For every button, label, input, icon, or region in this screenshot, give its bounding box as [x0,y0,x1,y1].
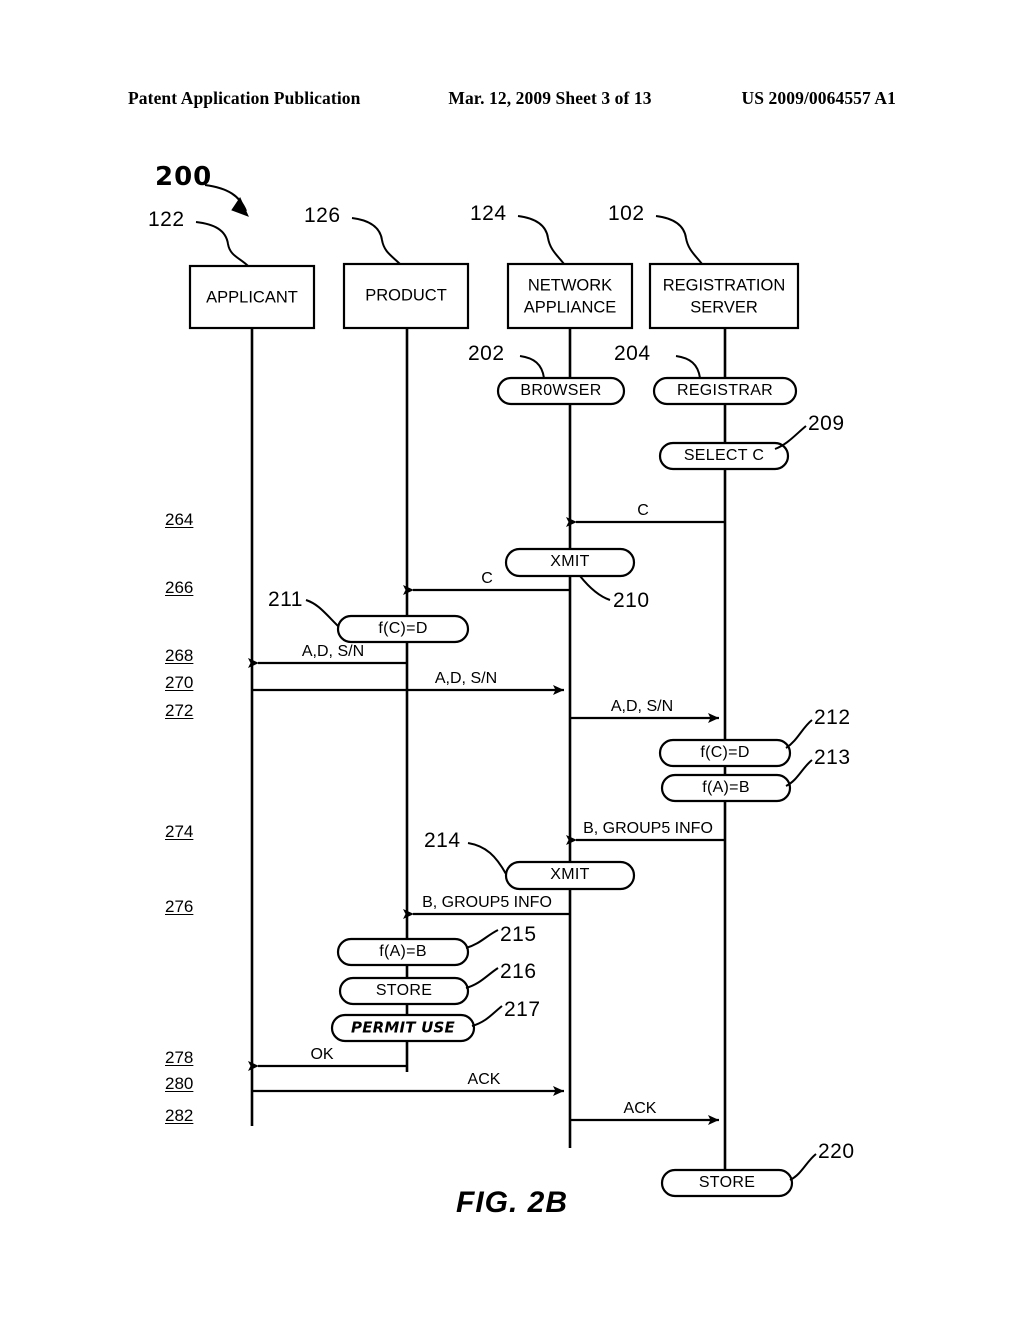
ref-number-215: 215 [500,923,537,946]
leader-102 [655,215,703,265]
ref-number-211: 211 [268,588,303,611]
pill-label-fa-b-server: f(A)=B [702,778,750,796]
ref-number-202: 202 [468,342,505,365]
actor-label-product: PRODUCT [365,286,447,305]
leader-124 [517,215,565,265]
message-label-280: ACK [467,1071,501,1088]
pill-label-fc-d-server: f(C)=D [700,743,750,761]
actor-label-network-appliance-line1: NETWORK [527,276,613,295]
message-label-276: B, GROUP5 INFO [422,894,552,911]
diagram-reference-200: 200 [155,162,213,192]
ref-number-209: 209 [808,412,845,435]
actor-label-applicant: APPLICANT [206,288,298,307]
actor-label-registration-server-line2: SERVER [690,298,758,317]
step-number-268: 268 [165,646,194,665]
ref-number-204: 204 [614,342,651,365]
pill-label-permit-use: PERMIT USE [351,1018,455,1037]
pill-label-fc-d-product: f(C)=D [378,619,428,637]
leader-214 [467,842,507,875]
leader-126 [351,217,401,265]
ref-number-102: 102 [608,202,645,225]
step-number-274: 274 [165,822,194,841]
message-label-270: A,D, S/N [434,670,498,687]
ref-number-124: 124 [470,202,507,225]
message-label-272: A,D, S/N [610,698,674,715]
pill-label-xmit-1: XMIT [550,552,590,570]
leader-210 [579,575,611,601]
message-label-282: ACK [623,1100,657,1117]
step-number-266: 266 [165,578,194,597]
actor-label-registration-server-line1: REGISTRATION [662,276,786,295]
message-label-274: B, GROUP5 INFO [583,820,713,837]
ref-number-217: 217 [504,998,541,1021]
step-number-282: 282 [165,1106,194,1125]
ref-number-214: 214 [424,829,461,852]
step-number-276: 276 [165,897,194,916]
leader-204 [675,355,701,379]
leader-122 [195,221,249,267]
ref-number-126: 126 [304,204,341,227]
message-label-278: OK [310,1046,334,1063]
pill-label-store-server: STORE [698,1173,756,1191]
message-label-264: C [637,502,649,519]
step-number-270: 270 [165,673,194,692]
message-label-268: A,D, S/N [301,643,365,660]
ref-number-212: 212 [814,706,851,729]
message-label-266: C [481,570,493,587]
leader-202 [519,355,545,379]
step-number-264: 264 [165,510,194,529]
leader-217 [471,1005,503,1027]
step-number-280: 280 [165,1074,194,1093]
sequence-diagram: 200 122 126 124 102 APPLICANT PRODUCT NE… [0,0,1024,1320]
actor-box-network-appliance [506,262,634,330]
pill-label-xmit-2: XMIT [550,865,590,883]
ref-number-122: 122 [148,208,185,231]
ref-number-210: 210 [613,589,650,612]
pill-label-select-c: SELECT C [683,446,765,464]
pill-label-fa-b-product: f(A)=B [379,942,427,960]
ref-number-213: 213 [814,746,851,769]
leader-220 [789,1153,817,1181]
ref-number-216: 216 [500,960,537,983]
leader-211 [305,599,339,627]
leader-200-arrowhead [231,196,249,217]
leader-212 [785,719,813,749]
leader-216 [465,967,499,989]
pill-label-store-product: STORE [375,981,433,999]
step-number-272: 272 [165,701,194,720]
leader-213 [785,759,813,787]
pill-label-registrar: REGISTRAR [676,381,774,399]
actor-box-registration-server [648,262,800,330]
ref-number-220: 220 [818,1140,855,1163]
step-number-278: 278 [165,1048,194,1067]
diagram-vector-layer [188,184,817,1198]
pill-label-browser: BR0WSER [520,381,602,399]
actor-label-network-appliance-line2: APPLIANCE [523,298,617,317]
figure-caption: FIG. 2B [455,1186,569,1219]
leader-215 [465,929,499,949]
